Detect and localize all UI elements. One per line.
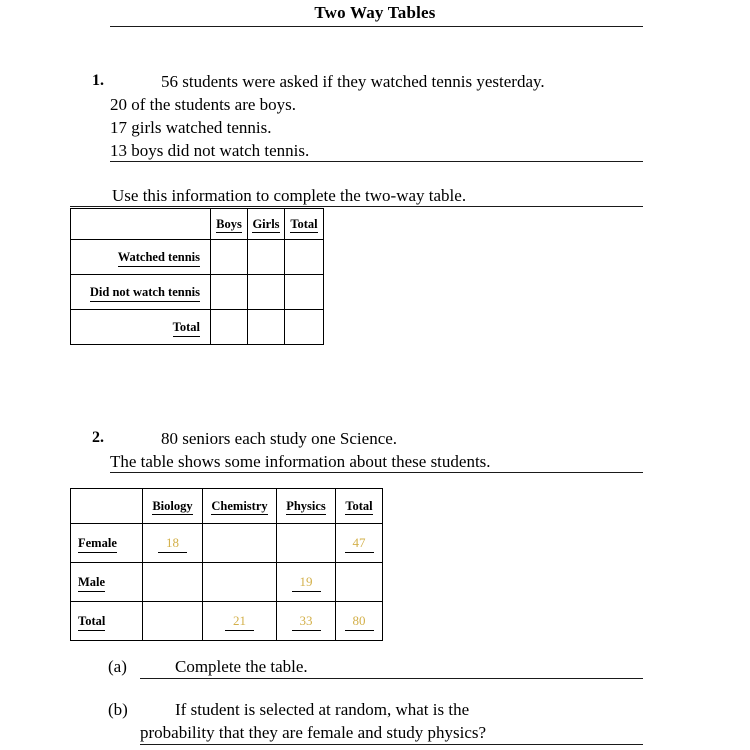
table-1-cell-didnotwatch-girls[interactable] — [247, 274, 285, 310]
two-way-table-2[interactable]: Biology Chemistry Physics Total Female 1… — [70, 488, 383, 641]
table-row: Did not watch tennis — [70, 274, 324, 310]
part-b-line-2: probability that they are female and stu… — [140, 723, 487, 742]
table-1-cell-watched-boys[interactable] — [210, 239, 248, 275]
question-1-line-1: 56 students were asked if they watched t… — [161, 72, 545, 91]
table-2-cell-male-total[interactable] — [335, 562, 383, 602]
table-1-header-row: Boys Girls Total — [70, 208, 324, 240]
table-2-row-label-male: Male — [70, 562, 143, 602]
part-a-label: (a) — [108, 657, 127, 676]
page-title: Two Way Tables — [314, 3, 436, 22]
table-1-cell-total-boys[interactable] — [210, 309, 248, 345]
table-1-cell-watched-girls[interactable] — [247, 239, 285, 275]
table-1-header-total: Total — [284, 208, 324, 240]
table-2-cell-total-total[interactable]: 80 — [335, 601, 383, 641]
table-2-cell-male-biology[interactable] — [142, 562, 203, 602]
title-rule — [110, 26, 643, 27]
table-2-cell-female-chemistry[interactable] — [202, 523, 277, 563]
table-2-header-physics: Physics — [276, 488, 336, 524]
table-2-cell-female-physics[interactable] — [276, 523, 336, 563]
title-block: Two Way Tables — [0, 0, 750, 24]
two-way-table-1[interactable]: Boys Girls Total Watched tennis Did not … — [70, 208, 324, 345]
table-2-header-total: Total — [335, 488, 383, 524]
table-2-header-chemistry: Chemistry — [202, 488, 277, 524]
part-b-label: (b) — [108, 700, 128, 719]
worksheet-page: Two Way Tables 1. 56 students were asked… — [0, 0, 750, 750]
question-2-number: 2. — [92, 429, 104, 446]
part-b-rule — [140, 744, 643, 745]
table-1-cell-didnotwatch-total[interactable] — [284, 274, 324, 310]
question-1-instruction: Use this information to complete the two… — [112, 186, 467, 205]
table-2-cell-female-biology[interactable]: 18 — [142, 523, 203, 563]
table-row: Total 21 33 80 — [70, 601, 383, 641]
question-1-line-2: 20 of the students are boys. — [110, 95, 297, 114]
table-1-header-boys: Boys — [210, 208, 248, 240]
table-1-row-label-total: Total — [70, 309, 211, 345]
question-2-rule — [110, 472, 643, 473]
table-2-row-label-total: Total — [70, 601, 143, 641]
table-1-header-girls: Girls — [247, 208, 285, 240]
table-2-header-row: Biology Chemistry Physics Total — [70, 488, 383, 524]
part-a-rule — [140, 678, 643, 679]
table-row: Watched tennis — [70, 239, 324, 275]
question-1-line-4: 13 boys did not watch tennis. — [110, 141, 310, 160]
table-2-row-label-female: Female — [70, 523, 143, 563]
question-1-instruction-rule — [70, 206, 643, 207]
question-2-line-1: 80 seniors each study one Science. — [161, 429, 398, 448]
table-row: Total — [70, 309, 324, 345]
table-1-cell-didnotwatch-boys[interactable] — [210, 274, 248, 310]
table-2-cell-total-physics[interactable]: 33 — [276, 601, 336, 641]
part-b-line-1: If student is selected at random, what i… — [175, 700, 470, 719]
question-2-line-2: The table shows some information about t… — [110, 452, 491, 471]
table-1-cell-total-girls[interactable] — [247, 309, 285, 345]
table-1-cell-total-total[interactable] — [284, 309, 324, 345]
table-2-cell-female-total[interactable]: 47 — [335, 523, 383, 563]
table-1-cell-watched-total[interactable] — [284, 239, 324, 275]
table-row: Female 18 47 — [70, 523, 383, 563]
table-2-cell-total-biology[interactable] — [142, 601, 203, 641]
table-2-cell-male-chemistry[interactable] — [202, 562, 277, 602]
part-a-text: Complete the table. — [175, 657, 308, 676]
table-row: Male 19 — [70, 562, 383, 602]
table-1-row-label-did-not-watch-tennis: Did not watch tennis — [70, 274, 211, 310]
table-1-row-label-watched-tennis: Watched tennis — [70, 239, 211, 275]
question-1-line-3: 17 girls watched tennis. — [110, 118, 272, 137]
table-2-cell-total-chemistry[interactable]: 21 — [202, 601, 277, 641]
table-1-corner-cell — [70, 208, 211, 240]
table-2-header-biology: Biology — [142, 488, 203, 524]
table-2-corner-cell — [70, 488, 143, 524]
table-2-cell-male-physics[interactable]: 19 — [276, 562, 336, 602]
question-1-number: 1. — [92, 72, 104, 89]
question-1-rule — [110, 161, 643, 162]
